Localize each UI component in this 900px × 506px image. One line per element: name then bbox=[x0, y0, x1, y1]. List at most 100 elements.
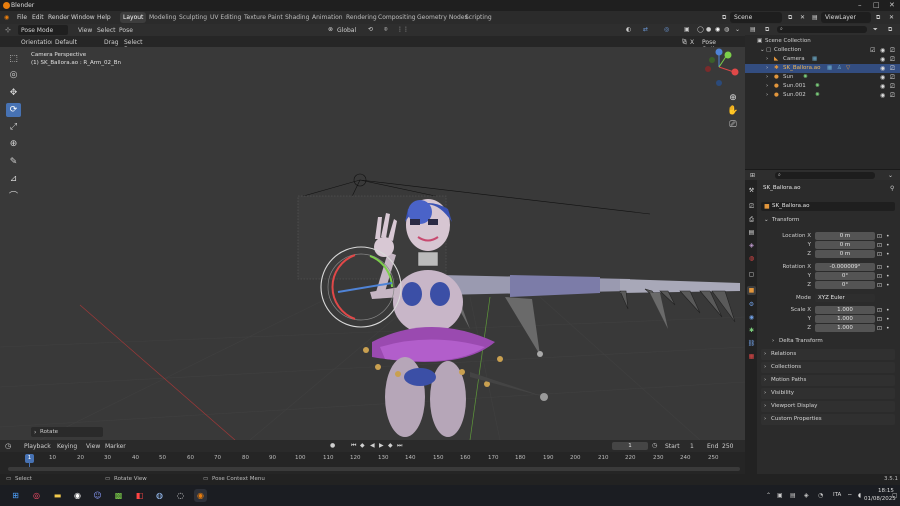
obs-icon[interactable]: ◌ bbox=[174, 489, 187, 502]
keyframe-dot-icon[interactable]: • bbox=[886, 325, 890, 332]
view-layer-tab-icon[interactable]: ▤ bbox=[747, 228, 756, 237]
end-frame-field[interactable]: 250 bbox=[722, 443, 733, 450]
jump-start-icon[interactable]: ⏮ bbox=[351, 442, 356, 450]
collection-tab-icon[interactable]: ▢ bbox=[747, 270, 756, 279]
keyframe-dot-icon[interactable]: • bbox=[886, 316, 890, 323]
scale-x-field[interactable]: 1.000 bbox=[815, 306, 875, 314]
visibility-eye-icon[interactable]: ◉ bbox=[880, 56, 885, 63]
properties-search-input[interactable]: ⌕ bbox=[775, 172, 875, 179]
transform-panel-header[interactable]: ⌄ Transform bbox=[761, 215, 895, 226]
orientation-selector[interactable]: Default bbox=[52, 37, 96, 47]
tool-tab-icon[interactable]: ⚒ bbox=[747, 186, 756, 195]
relations-panel-header[interactable]: › Relations bbox=[761, 349, 895, 360]
visibility-icon[interactable]: ◐ bbox=[626, 26, 631, 33]
workspace-tab-shading[interactable]: Shading bbox=[282, 12, 312, 23]
menu-window[interactable]: Window bbox=[71, 14, 95, 21]
mode-selector[interactable]: Pose Mode bbox=[18, 25, 68, 35]
timeline[interactable]: 1 10 20 30 40 50 60 70 80 90 100 110 120… bbox=[0, 452, 745, 474]
timeline-menu-keying[interactable]: Keying bbox=[57, 443, 77, 450]
shading-solid-icon[interactable]: ● bbox=[706, 26, 711, 33]
viewport-menu-select[interactable]: Select bbox=[97, 27, 116, 34]
keyboard-language[interactable]: ITA bbox=[833, 492, 841, 498]
visibility-eye-icon[interactable]: ◉ bbox=[880, 83, 885, 90]
tool-select-box[interactable]: ⬚ bbox=[6, 52, 21, 66]
prev-keyframe-icon[interactable]: ◆ bbox=[360, 442, 365, 449]
steam-icon[interactable]: ◍ bbox=[153, 489, 166, 502]
playhead[interactable]: 1 bbox=[25, 454, 34, 463]
options-icon[interactable]: ⌄ bbox=[888, 172, 893, 179]
viewport-menu-pose[interactable]: Pose bbox=[119, 27, 133, 34]
file-explorer-icon[interactable]: ▬ bbox=[51, 489, 64, 502]
shading-material-icon[interactable]: ◉ bbox=[715, 26, 720, 33]
lock-icon[interactable]: ⊡ bbox=[877, 307, 882, 314]
scene-tab-icon[interactable]: ◈ bbox=[747, 241, 756, 250]
timeline-editor-icon[interactable]: ◷ bbox=[5, 442, 11, 450]
visibility-eye-icon[interactable]: ◉ bbox=[880, 47, 885, 54]
delete-scene-icon[interactable]: ✕ bbox=[800, 14, 805, 21]
tray-app-icon[interactable]: ◔ bbox=[818, 492, 823, 499]
outliner-row-sk-ballora[interactable]: › ✱ SK_Ballora.ao ▦ ♙ ▽ ◉ ⎚ bbox=[745, 64, 900, 73]
shading-wireframe-icon[interactable]: ◯ bbox=[697, 26, 704, 33]
keyframe-dot-icon[interactable]: • bbox=[886, 307, 890, 314]
editor-type-icon[interactable]: ⊹ bbox=[5, 26, 11, 34]
tool-measure[interactable]: ⊿ bbox=[6, 172, 21, 186]
preview-range-icon[interactable]: ◷ bbox=[652, 442, 657, 449]
tool-scale[interactable]: ⤢ bbox=[6, 120, 21, 134]
mirror-x-toggle[interactable]: X bbox=[690, 39, 694, 46]
delta-transform-panel-header[interactable]: › Delta Transform bbox=[769, 336, 895, 347]
tool-cursor[interactable]: ◎ bbox=[6, 68, 21, 82]
texture-tab-icon[interactable]: ▦ bbox=[747, 352, 756, 361]
scene-selector[interactable]: Scene bbox=[730, 12, 782, 23]
overlay-toggle-icon[interactable]: ◎ bbox=[664, 26, 669, 33]
shading-rendered-icon[interactable]: ◍ bbox=[724, 26, 729, 33]
lock-icon[interactable]: ⊡ bbox=[877, 242, 882, 249]
properties-editor-icon[interactable]: ⊞ bbox=[750, 172, 755, 179]
visibility-eye-icon[interactable]: ◉ bbox=[880, 92, 885, 99]
drag-selector[interactable]: Select Box bbox=[121, 37, 157, 53]
render-camera-icon[interactable]: ⎚ bbox=[890, 56, 895, 64]
menu-render[interactable]: Render bbox=[48, 14, 69, 21]
play-icon[interactable]: ▶ bbox=[379, 442, 384, 449]
object-data-tab-icon[interactable]: ✱ bbox=[747, 326, 756, 335]
start-frame-field[interactable]: 1 bbox=[690, 443, 694, 450]
pose-options-dropdown[interactable]: Pose Options bbox=[699, 37, 741, 53]
rotation-y-field[interactable]: 0° bbox=[815, 272, 875, 280]
workspace-tab-layout[interactable]: Layout bbox=[120, 12, 147, 23]
lock-icon[interactable]: ⊡ bbox=[877, 264, 882, 271]
viewport-display-panel-header[interactable]: › Viewport Display bbox=[761, 401, 895, 412]
clock-date[interactable]: 01/08/2025 bbox=[864, 496, 896, 502]
pivot-point-icon[interactable]: ⟲ bbox=[368, 26, 373, 33]
new-scene-icon[interactable]: ⧉ bbox=[788, 14, 792, 22]
keyframe-dot-icon[interactable]: • bbox=[886, 242, 890, 249]
tool-transform[interactable]: ⊕ bbox=[6, 137, 21, 151]
3d-viewport[interactable]: Camera Perspective (1) SK_Ballora.ao : R… bbox=[0, 47, 745, 440]
delete-view-layer-icon[interactable]: ✕ bbox=[889, 14, 894, 21]
roblox-icon[interactable]: ◧ bbox=[133, 489, 146, 502]
tool-move[interactable]: ✥ bbox=[6, 86, 21, 100]
minimize-icon[interactable]: – bbox=[858, 1, 862, 9]
keyframe-dot-icon[interactable]: • bbox=[886, 251, 890, 258]
minecraft-icon[interactable]: ▩ bbox=[112, 489, 125, 502]
transform-orientation-selector[interactable]: Global bbox=[337, 27, 356, 34]
zoom-icon[interactable]: ⊕ bbox=[727, 92, 739, 104]
workspace-tab-uv-editing[interactable]: UV Editing bbox=[207, 12, 244, 23]
play-reverse-icon[interactable]: ◀ bbox=[370, 442, 375, 449]
pan-hand-icon[interactable]: ✋ bbox=[727, 105, 739, 117]
custom-properties-panel-header[interactable]: › Custom Properties bbox=[761, 414, 895, 425]
menu-file[interactable]: File bbox=[17, 14, 27, 21]
render-camera-icon[interactable]: ⎚ bbox=[890, 47, 895, 55]
outliner-row-sun-002[interactable]: › ● Sun.002 ✺ ◉ ⎚ bbox=[745, 91, 900, 100]
lock-icon[interactable]: ⊡ bbox=[877, 282, 882, 289]
view-layer-selector[interactable]: ViewLayer bbox=[821, 12, 871, 23]
new-view-layer-icon[interactable]: ⧉ bbox=[876, 14, 880, 22]
tool-annotate[interactable]: ✎ bbox=[6, 155, 21, 169]
rotation-x-field[interactable]: -0.000009° bbox=[815, 263, 875, 271]
physics-tab-icon[interactable]: ◉ bbox=[747, 313, 756, 322]
tray-app-icon[interactable]: ▣ bbox=[777, 492, 783, 499]
snapping-options-icon[interactable]: ⋮⋮ bbox=[397, 26, 409, 33]
snap-icon[interactable]: ⌾ bbox=[384, 26, 388, 34]
start-menu-icon[interactable]: ⊞ bbox=[9, 489, 22, 502]
github-icon[interactable]: ◉ bbox=[71, 489, 84, 502]
scale-y-field[interactable]: 1.000 bbox=[815, 315, 875, 323]
discord-icon[interactable]: ☺ bbox=[91, 489, 104, 502]
